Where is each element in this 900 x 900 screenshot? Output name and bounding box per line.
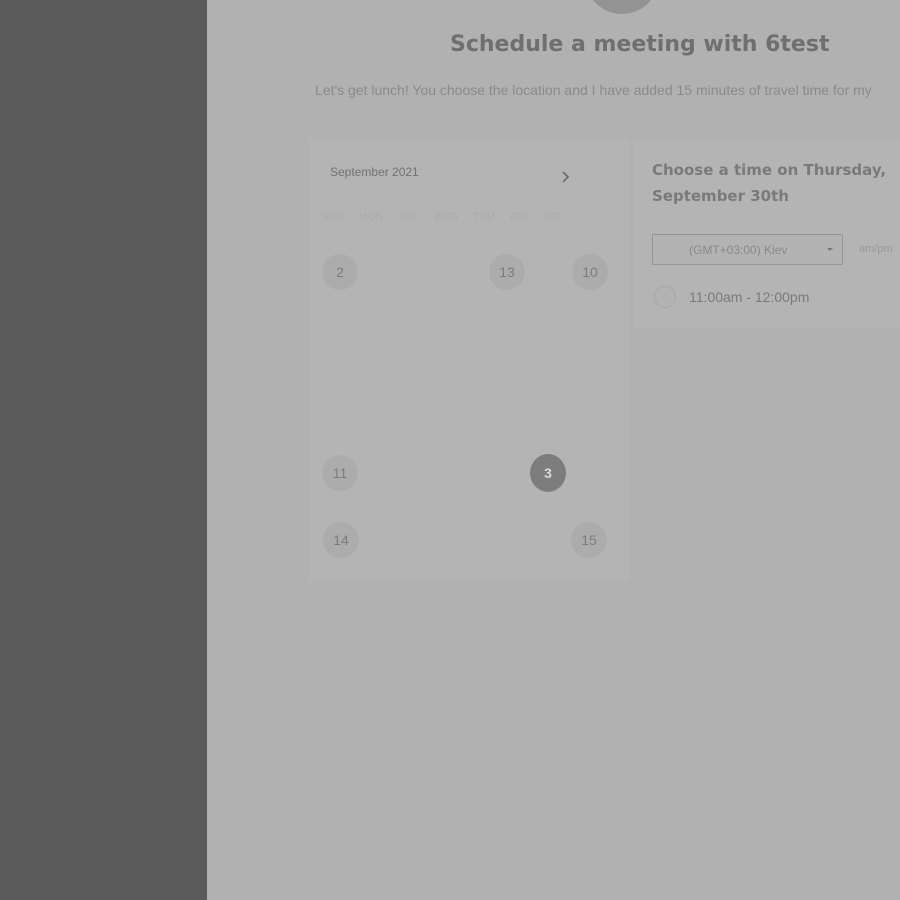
meeting-description: Let's get lunch! You choose the location… [315, 82, 872, 98]
chevron-right-icon [562, 171, 570, 183]
calendar-day[interactable]: 15 [571, 522, 607, 558]
timezone-value: (GMT+03:00) Kiev [689, 243, 788, 257]
calendar-day[interactable]: 11 [322, 455, 358, 491]
weekday-label: MON [359, 212, 383, 223]
page-title: Schedule a meeting with 6test [450, 32, 830, 57]
radio-button[interactable] [654, 286, 676, 308]
calendar-day-selected[interactable]: 3 [530, 454, 566, 492]
weekday-label: SUN [322, 212, 344, 223]
calendar-day[interactable]: 2 [322, 254, 358, 290]
weekday-label: WED [434, 212, 458, 223]
calendar-day[interactable]: 10 [572, 254, 608, 290]
weekday-label: TUE [398, 212, 419, 223]
time-picker-heading: Choose a time on Thursday, September 30t… [652, 161, 887, 205]
time-slot-label: 11:00am - 12:00pm [689, 289, 810, 305]
timezone-select[interactable]: (GMT+03:00) Kiev [652, 234, 843, 265]
time-slot-option[interactable]: 11:00am - 12:00pm [654, 286, 809, 308]
time-format-toggle[interactable]: am/pm [859, 243, 893, 255]
weekday-header: SUN MON TUE WED THU FRI SAT [322, 212, 561, 223]
calendar-card [309, 140, 629, 580]
weekday-label: THU [473, 212, 495, 223]
next-month-button[interactable] [553, 164, 579, 190]
caret-down-icon [827, 248, 833, 251]
calendar-month-label: September 2021 [330, 165, 419, 179]
weekday-label: SAT [542, 212, 562, 223]
weekday-label: FRI [510, 212, 527, 223]
calendar-day[interactable]: 13 [489, 254, 525, 290]
left-panel-overlay [0, 0, 207, 900]
calendar-day[interactable]: 14 [323, 522, 359, 558]
